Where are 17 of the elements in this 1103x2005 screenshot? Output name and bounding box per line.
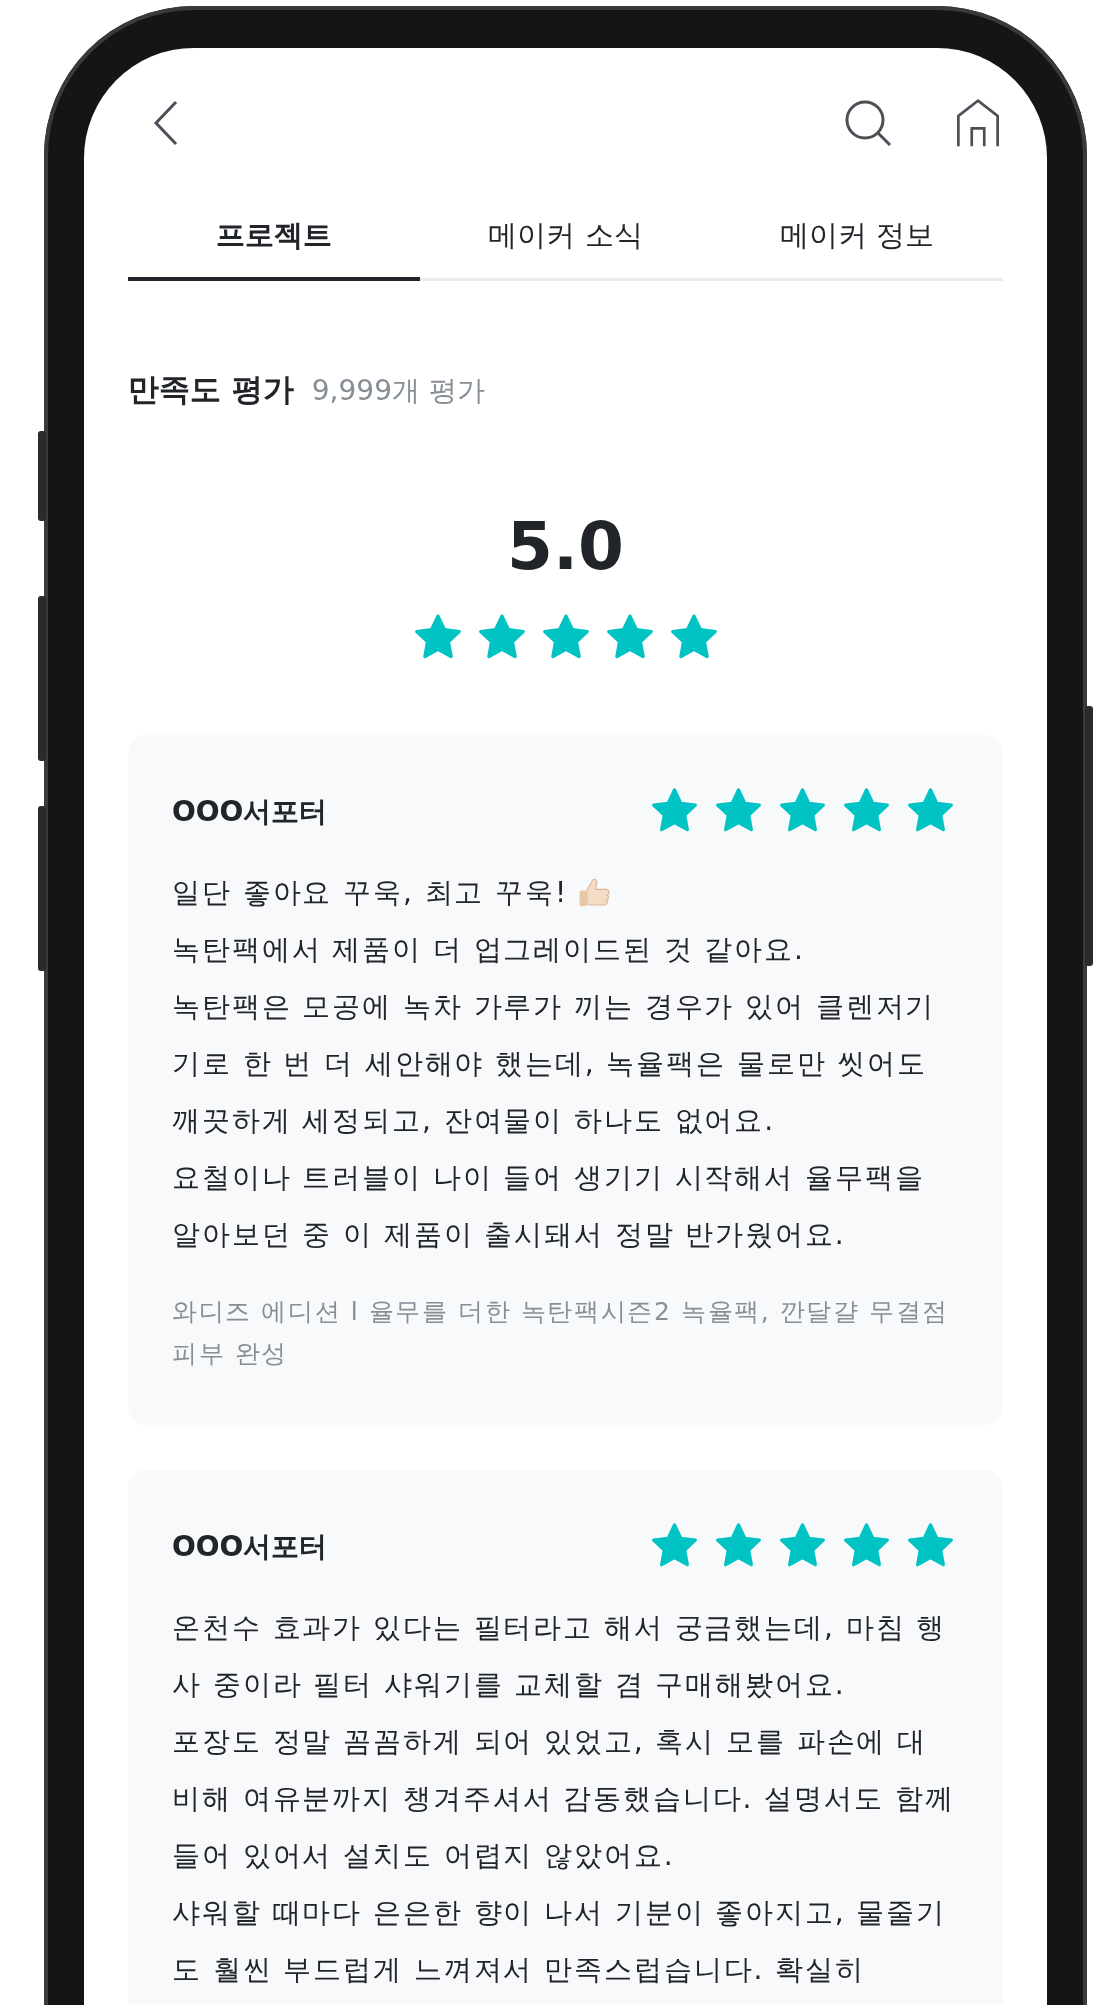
review-text: 포장도 정말 꼼꼼하게 되어 있었고, 혹시 모를 파손에 대비해 여유분까지 챙겨주셔서 감동했습니다. 설명서도 함께 들어 있어서 설치도 어렵지 않았어요.: [172, 1724, 955, 1874]
reviewer-name: OOO서포터: [172, 1528, 328, 1565]
search-icon[interactable]: [843, 98, 893, 148]
review-text: 녹탄팩은 모공에 녹차 가루가 끼는 경우가 있어 클렌저기기로 한 번 더 세안해야 했는데, 녹율팩은 물로만 씻어도 깨끗하게 세정되고, 잔여물이 하나도 없어요.: [172, 989, 937, 1139]
review-text: 온천수 효과가 있다는 필터라고 해서 궁금했는데, 마침 행사 중이라 필터 샤워기를 교체할 겸 구매해봤어요.: [172, 1610, 948, 1703]
review-text: 요철이나 트러블이 나이 들어 생기기 시작해서 율무팩을 알아보던 중 이 제품이 출시돼서 정말 반가웠어요.: [172, 1160, 926, 1253]
reviewer-name: OOO서포터: [172, 793, 328, 830]
product-name: 와디즈 에디션 l 율무를 더한 녹탄팩시즌2 녹율팩, 깐달걀 무결점 피부 완성: [172, 1296, 950, 1370]
tab[interactable]: 메이커 소식: [419, 215, 712, 281]
average-score: 5.0: [506, 511, 625, 583]
review-count: 9,999개 평가: [311, 373, 485, 409]
review-text: 녹탄팩에서 제품이 더 업그레이드된 것 같아요.: [172, 932, 806, 968]
tab[interactable]: 메이커 정보: [711, 215, 1003, 281]
tab[interactable]: 프로젝트: [128, 215, 420, 281]
review-text: 일단 좋아요 꾸욱, 최고 꾸욱!: [172, 875, 569, 911]
review-text: 샤워할 때마다 은은한 향이 나서 기분이 좋아지고, 물줄기도 훨씬 부드럽게 느껴져서 만족스럽습니다. 확실히: [172, 1895, 948, 1988]
section-title: 만족도 평가: [128, 370, 294, 409]
